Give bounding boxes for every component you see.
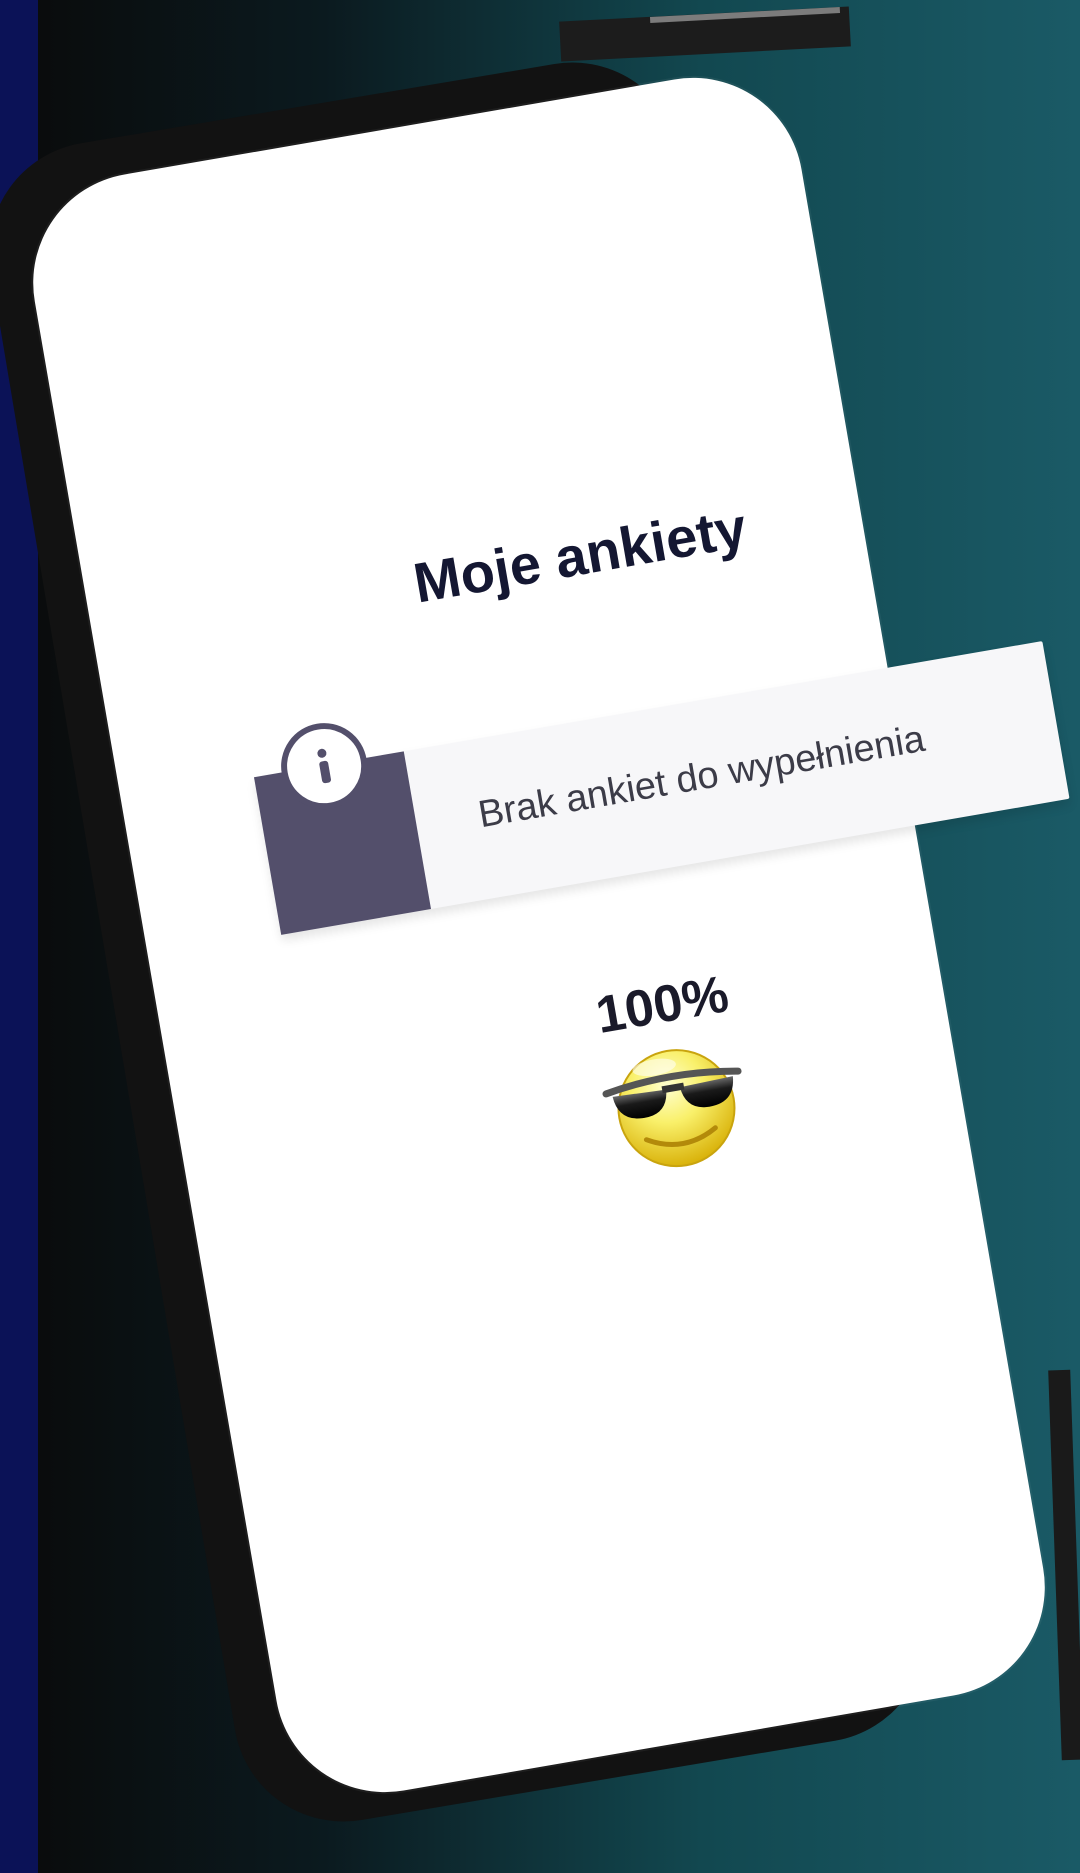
page-title: Moje ankiety <box>409 495 751 615</box>
phone-screen: Moje ankiety Brak ankiet do wypełnienia … <box>16 60 1070 1810</box>
screen: Moje ankiety Brak ankiet do wypełnienia … <box>0 0 1080 1873</box>
progress-percent: 100% <box>591 965 733 1045</box>
info-message: Brak ankiet do wypełnienia <box>475 717 928 837</box>
info-icon-glyph <box>317 748 331 784</box>
info-banner: Brak ankiet do wypełnienia <box>253 641 1070 935</box>
right-bar-shadow <box>1048 1369 1080 1761</box>
page-content: Moje ankiety Brak ankiet do wypełnienia … <box>189 359 1074 1277</box>
sunglasses-smiley-icon <box>602 1049 742 1168</box>
